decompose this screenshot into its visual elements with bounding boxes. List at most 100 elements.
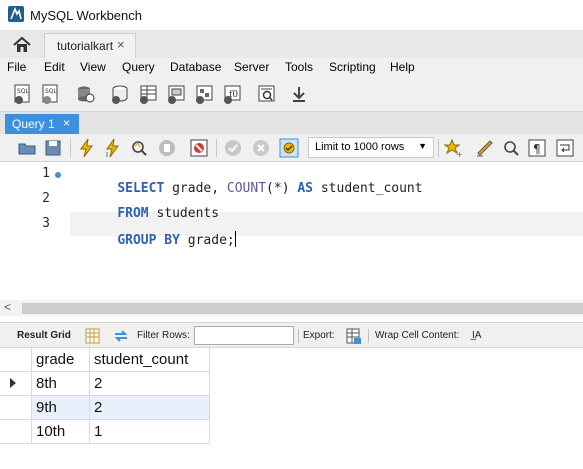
commit-icon[interactable] bbox=[222, 137, 244, 159]
filter-rows-label: Filter Rows: bbox=[137, 330, 190, 341]
sql-keyword: AS bbox=[297, 181, 314, 196]
menu-query[interactable]: Query bbox=[122, 60, 155, 74]
query-tab-label: Query 1 bbox=[12, 117, 55, 131]
window-title: MySQL Workbench bbox=[30, 8, 142, 23]
scrollbar-thumb[interactable] bbox=[22, 303, 583, 314]
home-icon[interactable] bbox=[8, 34, 36, 56]
rollback-icon[interactable] bbox=[250, 137, 272, 159]
cell-grade[interactable]: 8th bbox=[32, 372, 90, 396]
create-schema-icon[interactable] bbox=[110, 83, 132, 105]
cell-student-count[interactable]: 2 bbox=[90, 372, 210, 396]
new-sql-tab-icon[interactable]: SQL bbox=[12, 83, 34, 105]
svg-text:SQL: SQL bbox=[45, 88, 58, 95]
row-header[interactable] bbox=[0, 396, 32, 420]
save-file-icon[interactable] bbox=[42, 137, 64, 159]
line-number: 2 bbox=[42, 191, 50, 206]
column-header-grade[interactable]: grade bbox=[32, 348, 90, 372]
row-header[interactable] bbox=[0, 420, 32, 444]
row-header-corner bbox=[0, 348, 32, 372]
query-tab-bar: Query 1 × bbox=[0, 112, 583, 134]
cell-student-count[interactable]: 1 bbox=[90, 420, 210, 444]
toolbar-separator bbox=[70, 139, 71, 157]
menu-tools[interactable]: Tools bbox=[285, 60, 313, 74]
title-bar: MySQL Workbench bbox=[0, 0, 583, 30]
connection-tab-tutorialkart[interactable]: tutorialkart × bbox=[44, 33, 136, 58]
chevron-down-icon: ▼ bbox=[418, 141, 427, 151]
menu-bar: File Edit View Query Database Server Too… bbox=[0, 58, 583, 78]
result-toolbar: Result Grid Filter Rows: Export: Wrap Ce… bbox=[0, 322, 583, 348]
export-label: Export: bbox=[303, 330, 335, 341]
stop-icon[interactable] bbox=[156, 137, 178, 159]
result-grid[interactable]: grade student_count 8th 2 9th 2 10th 1 bbox=[0, 348, 583, 469]
close-icon[interactable]: × bbox=[63, 116, 70, 130]
menu-database[interactable]: Database bbox=[170, 60, 221, 74]
reconnect-icon[interactable] bbox=[288, 83, 310, 105]
menu-server[interactable]: Server bbox=[234, 60, 269, 74]
toolbar-separator bbox=[438, 139, 439, 157]
menu-edit[interactable]: Edit bbox=[44, 60, 65, 74]
cell-grade[interactable]: 9th bbox=[32, 396, 90, 420]
autocommit-icon[interactable] bbox=[278, 137, 300, 159]
menu-file[interactable]: File bbox=[7, 60, 26, 74]
create-procedure-icon[interactable] bbox=[194, 83, 216, 105]
connection-tab-label: tutorialkart bbox=[57, 39, 114, 53]
statement-marker-icon bbox=[55, 172, 61, 178]
editor-horizontal-scrollbar[interactable]: < bbox=[0, 300, 583, 316]
bookmark-icon[interactable]: + bbox=[442, 137, 464, 159]
result-grid-tab[interactable]: Result Grid bbox=[17, 330, 71, 341]
menu-scripting[interactable]: Scripting bbox=[329, 60, 376, 74]
current-row-arrow-icon bbox=[10, 378, 16, 388]
execute-current-icon[interactable]: I bbox=[102, 137, 124, 159]
grid-view-icon[interactable] bbox=[84, 327, 102, 345]
find-icon[interactable] bbox=[500, 137, 522, 159]
sql-text: student_count bbox=[313, 181, 423, 196]
inspector-icon[interactable] bbox=[74, 83, 96, 105]
menu-view[interactable]: View bbox=[80, 60, 106, 74]
filter-rows-input[interactable] bbox=[194, 326, 294, 345]
open-sql-script-icon[interactable]: SQL bbox=[40, 83, 62, 105]
explain-icon[interactable] bbox=[128, 137, 150, 159]
tab-query-1[interactable]: Query 1 × bbox=[5, 114, 79, 134]
toolbar-separator bbox=[368, 329, 369, 343]
create-table-icon[interactable] bbox=[138, 83, 160, 105]
svg-text:+: + bbox=[456, 150, 463, 159]
search-table-data-icon[interactable] bbox=[256, 83, 278, 105]
code-line-3[interactable]: GROUP BY grade; bbox=[86, 216, 236, 263]
execute-icon[interactable] bbox=[76, 137, 98, 159]
refresh-icon[interactable] bbox=[112, 327, 130, 345]
sql-text: (*) bbox=[266, 181, 298, 196]
column-header-student-count[interactable]: student_count bbox=[90, 348, 210, 372]
grid-header-row: grade student_count bbox=[0, 348, 210, 372]
create-function-icon[interactable]: f0 bbox=[222, 83, 244, 105]
toggle-error-icon[interactable] bbox=[188, 137, 210, 159]
scroll-left-arrow-icon[interactable]: < bbox=[4, 300, 11, 314]
sql-function: COUNT bbox=[226, 181, 267, 196]
table-row[interactable]: 8th 2 bbox=[0, 372, 210, 396]
table-row[interactable]: 9th 2 bbox=[0, 396, 210, 420]
invisible-chars-icon[interactable]: ¶ bbox=[526, 137, 548, 159]
toolbar-separator bbox=[216, 139, 217, 157]
cell-student-count[interactable]: 2 bbox=[90, 396, 210, 420]
table-row[interactable]: 10th 1 bbox=[0, 420, 210, 444]
mysql-workbench-logo-icon bbox=[8, 6, 24, 22]
connection-tab-bar: tutorialkart × bbox=[0, 30, 583, 58]
sql-keyword: GROUP BY bbox=[117, 233, 180, 248]
wrap-icon[interactable] bbox=[554, 137, 576, 159]
open-file-icon[interactable] bbox=[16, 137, 38, 159]
wrap-cell-content-label: Wrap Cell Content: bbox=[375, 330, 460, 341]
cell-grade[interactable]: 10th bbox=[32, 420, 90, 444]
beautify-icon[interactable] bbox=[474, 137, 496, 159]
svg-text:SQL: SQL bbox=[17, 88, 30, 95]
row-header[interactable] bbox=[0, 372, 32, 396]
close-icon[interactable]: × bbox=[117, 37, 125, 52]
sql-text: grade; bbox=[179, 233, 235, 248]
menu-help[interactable]: Help bbox=[390, 60, 415, 74]
export-icon[interactable] bbox=[344, 327, 362, 345]
wrap-cell-content-icon[interactable]: I̲A bbox=[472, 330, 481, 341]
limit-rows-select[interactable]: Limit to 1000 rows ▼ bbox=[308, 137, 434, 158]
editor-toolbar: I Limit to 1000 rows ▼ + ¶ bbox=[0, 134, 583, 162]
svg-text:I: I bbox=[106, 151, 108, 159]
main-toolbar: SQL SQL f0 bbox=[0, 78, 583, 112]
create-view-icon[interactable] bbox=[166, 83, 188, 105]
sql-editor[interactable]: 1 2 3 SELECT grade, COUNT(*) AS student_… bbox=[0, 162, 583, 300]
